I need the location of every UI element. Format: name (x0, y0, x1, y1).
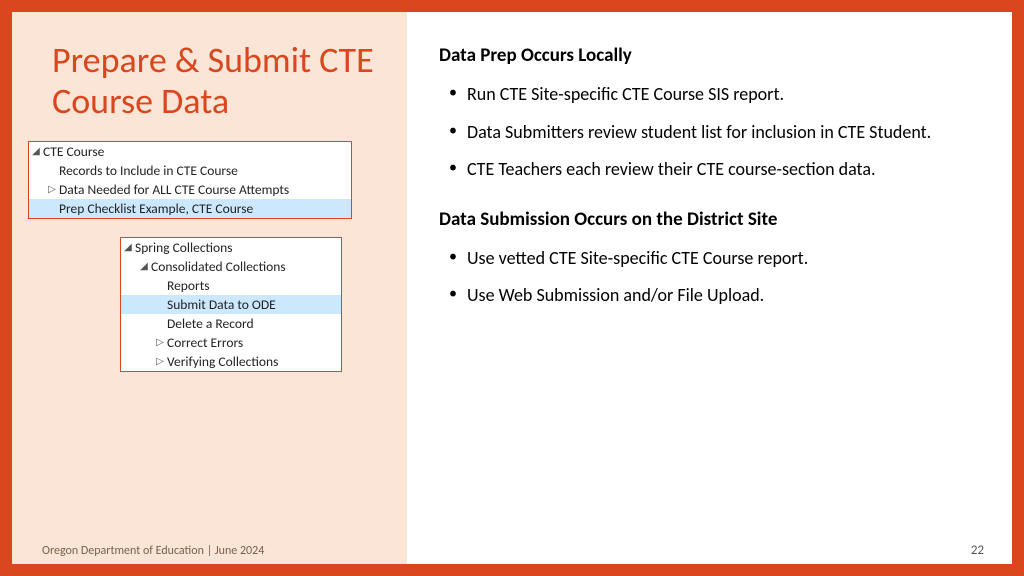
chevron-down-icon: ◢ (123, 240, 133, 255)
bullet-item: Run CTE Site-specific CTE Course SIS rep… (467, 79, 972, 111)
bullet-list-prep: Run CTE Site-specific CTE Course SIS rep… (439, 79, 972, 186)
bullet-item: Use Web Submission and/or File Upload. (467, 280, 972, 312)
tree-item-spring-collections[interactable]: ◢ Spring Collections (121, 238, 341, 257)
tree-item-delete-record[interactable]: Delete a Record (121, 314, 341, 333)
left-panel: Prepare & Submit CTE Course Data ◢ CTE C… (12, 12, 407, 564)
chevron-down-icon: ◢ (31, 144, 41, 159)
tree-item-consolidated[interactable]: ◢ Consolidated Collections (121, 257, 341, 276)
tree-label: Delete a Record (165, 314, 254, 334)
chevron-right-icon: ▷ (155, 354, 165, 369)
footer-text: Oregon Department of Education | June 20… (42, 544, 264, 558)
bullet-item: CTE Teachers each review their CTE cours… (467, 154, 972, 186)
slide-frame: Prepare & Submit CTE Course Data ◢ CTE C… (0, 0, 1024, 576)
right-panel: Data Prep Occurs Locally Run CTE Site-sp… (407, 12, 1012, 564)
heading-data-prep: Data Prep Occurs Locally (439, 44, 972, 67)
tree-label: Spring Collections (133, 238, 233, 258)
chevron-right-icon: ▷ (47, 182, 57, 197)
tree-label: Reports (165, 276, 210, 296)
bullet-item: Use vetted CTE Site-specific CTE Course … (467, 243, 972, 275)
tree-item-cte-course[interactable]: ◢ CTE Course (29, 142, 351, 161)
tree-label: Correct Errors (165, 333, 243, 353)
tree-label: Verifying Collections (165, 352, 278, 372)
chevron-right-icon: ▷ (155, 335, 165, 350)
slide-inner: Prepare & Submit CTE Course Data ◢ CTE C… (12, 12, 1012, 564)
tree-item-prep-checklist[interactable]: Prep Checklist Example, CTE Course (29, 199, 351, 218)
tree-label: Data Needed for ALL CTE Course Attempts (57, 180, 289, 200)
tree-item-correct-errors[interactable]: ▷ Correct Errors (121, 333, 341, 352)
tree-label: CTE Course (41, 142, 104, 162)
tree-label: Consolidated Collections (149, 257, 286, 277)
tree-item-submit-ode[interactable]: Submit Data to ODE (121, 295, 341, 314)
bullet-item: Data Submitters review student list for … (467, 117, 972, 149)
tree-item-verifying[interactable]: ▷ Verifying Collections (121, 352, 341, 371)
bullet-list-submission: Use vetted CTE Site-specific CTE Course … (439, 243, 972, 312)
tree-cte-course: ◢ CTE Course Records to Include in CTE C… (28, 141, 352, 219)
chevron-down-icon: ◢ (139, 259, 149, 274)
slide-title: Prepare & Submit CTE Course Data (12, 40, 407, 141)
tree-label: Prep Checklist Example, CTE Course (57, 199, 253, 219)
tree-label: Submit Data to ODE (165, 295, 276, 315)
tree-item-data-needed[interactable]: ▷ Data Needed for ALL CTE Course Attempt… (29, 180, 351, 199)
tree-item-records-include[interactable]: Records to Include in CTE Course (29, 161, 351, 180)
tree-label: Records to Include in CTE Course (57, 161, 238, 181)
tree-spring-collections: ◢ Spring Collections ◢ Consolidated Coll… (120, 237, 342, 372)
page-number: 22 (971, 543, 984, 558)
tree-item-reports[interactable]: Reports (121, 276, 341, 295)
heading-data-submission: Data Submission Occurs on the District S… (439, 208, 972, 231)
